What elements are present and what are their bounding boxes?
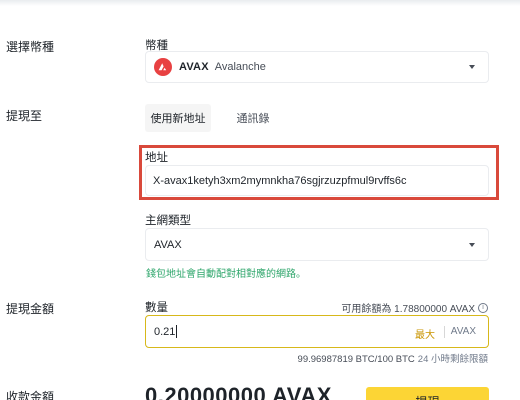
coin-name: Avalanche <box>214 61 266 73</box>
quantity-field-label: 數量 <box>145 302 168 314</box>
limit-note: 99.96987819 BTC/100 BTC 24 小時剩餘限額 <box>298 351 488 365</box>
available-balance-text: 可用餘額為 1.78800000 AVAX <box>341 304 475 315</box>
amount-value: 0.21 <box>154 325 176 338</box>
chevron-down-icon <box>469 243 475 247</box>
network-field-label: 主網類型 <box>145 215 191 227</box>
network-select[interactable]: AVAX <box>145 228 489 261</box>
limit-value: 99.96987819 BTC/100 BTC <box>297 354 415 365</box>
limit-suffix: 24 小時剩餘限額 <box>417 354 488 365</box>
network-value: AVAX <box>154 238 182 251</box>
receive-amount-label: 收款金額 <box>6 390 55 400</box>
address-field-label: 地址 <box>145 152 168 164</box>
available-balance: 可用餘額為 1.78800000 AVAX i <box>341 300 488 315</box>
text-cursor <box>176 325 178 338</box>
withdraw-amount-label: 提現金額 <box>6 302 55 316</box>
avax-logo-icon <box>154 58 172 76</box>
coin-symbol: AVAX <box>179 61 209 73</box>
chevron-down-icon <box>469 65 475 69</box>
max-button[interactable]: 最大 <box>415 326 435 341</box>
info-icon[interactable]: i <box>478 302 488 313</box>
tab-new-address[interactable]: 使用新地址 <box>145 104 211 132</box>
top-divider <box>0 0 520 6</box>
amount-input[interactable]: 0.21 最大 AVAX <box>145 315 489 348</box>
withdraw-to-label: 提現至 <box>6 109 43 123</box>
coin-select[interactable]: AVAX Avalanche <box>145 51 489 83</box>
receive-amount: 0.20000000 AVAX <box>145 383 332 400</box>
amount-unit: AVAX <box>450 326 476 337</box>
address-value: X-avax1ketyh3xm2mymnkha76sgjrzuzpfmul9rv… <box>153 174 407 187</box>
tab-address-book[interactable]: 通訊錄 <box>228 104 278 132</box>
network-hint: 錢包地址會自動配對相對應的網路。 <box>146 269 306 280</box>
withdraw-button[interactable]: 提現 <box>366 387 489 400</box>
select-coin-label: 選擇幣種 <box>6 40 55 54</box>
address-input[interactable]: X-avax1ketyh3xm2mymnkha76sgjrzuzpfmul9rv… <box>145 165 489 196</box>
divider <box>444 326 445 338</box>
